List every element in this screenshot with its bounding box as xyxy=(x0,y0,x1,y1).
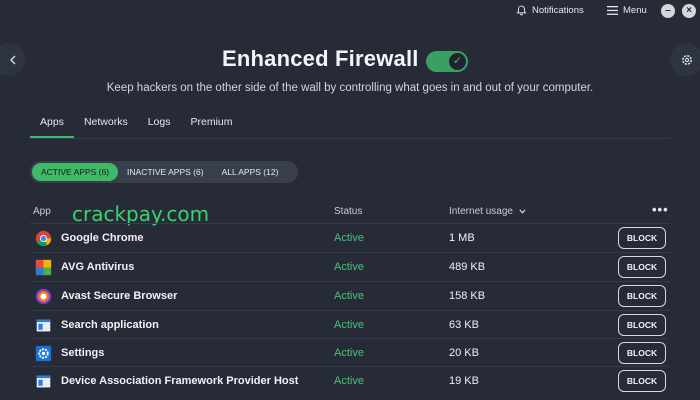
firewall-toggle[interactable]: ✓ xyxy=(426,51,468,72)
gear-icon xyxy=(681,54,692,65)
app-usage: 1 MB xyxy=(449,232,475,244)
app-name: Settings xyxy=(61,347,105,359)
block-button[interactable]: BLOCK xyxy=(618,342,666,364)
app-name: Search application xyxy=(61,319,159,331)
table-row: Google Chrome Active 1 MB BLOCK xyxy=(30,223,670,252)
minimize-button[interactable]: – xyxy=(661,4,675,18)
page-title: Enhanced Firewall xyxy=(222,46,419,71)
app-status: Active xyxy=(334,290,364,302)
app-status: Active xyxy=(334,375,364,387)
app-name: AVG Antivirus xyxy=(61,261,135,273)
block-button[interactable]: BLOCK xyxy=(618,314,666,336)
settings-button[interactable] xyxy=(670,43,700,76)
block-button[interactable]: BLOCK xyxy=(618,285,666,307)
app-status: Active xyxy=(334,232,364,244)
avast-browser-icon xyxy=(35,288,52,305)
tab-apps[interactable]: Apps xyxy=(30,114,74,138)
chevron-down-icon xyxy=(519,209,526,214)
app-usage: 489 KB xyxy=(449,261,486,273)
block-button[interactable]: BLOCK xyxy=(618,370,666,392)
app-filter: ACTIVE APPS (6) INACTIVE APPS (6) ALL AP… xyxy=(30,161,298,183)
table-row: Settings Active 20 KB BLOCK xyxy=(30,338,670,367)
column-header-status: Status xyxy=(334,206,363,217)
filter-inactive-apps[interactable]: INACTIVE APPS (6) xyxy=(118,163,213,181)
avg-icon xyxy=(35,259,52,276)
app-status: Active xyxy=(334,319,364,331)
column-header-app: App xyxy=(33,206,51,217)
table-row: Device Association Framework Provider Ho… xyxy=(30,366,670,395)
chevron-left-icon xyxy=(9,54,16,65)
tab-premium[interactable]: Premium xyxy=(180,114,242,138)
app-name: Avast Secure Browser xyxy=(61,290,178,302)
tab-divider xyxy=(30,138,670,139)
tab-bar: Apps Networks Logs Premium xyxy=(30,114,243,138)
title-bar: Notifications Menu – × xyxy=(0,0,700,24)
hamburger-icon xyxy=(607,6,618,15)
more-options-icon[interactable]: ••• xyxy=(652,202,669,217)
menu-label: Menu xyxy=(623,5,647,16)
table-row: Search application Active 63 KB BLOCK xyxy=(30,310,670,339)
window-app-icon xyxy=(36,375,51,388)
app-usage: 158 KB xyxy=(449,290,486,302)
check-icon: ✓ xyxy=(449,53,466,70)
app-name: Device Association Framework Provider Ho… xyxy=(61,375,299,387)
close-button[interactable]: × xyxy=(682,4,696,18)
page-subtitle: Keep hackers on the other side of the wa… xyxy=(106,82,594,94)
block-button[interactable]: BLOCK xyxy=(618,256,666,278)
block-button[interactable]: BLOCK xyxy=(618,227,666,249)
app-usage: 63 KB xyxy=(449,319,479,331)
usage-header-label: Internet usage xyxy=(449,206,513,217)
table-row: AVG Antivirus Active 489 KB BLOCK xyxy=(30,252,670,281)
window-app-icon xyxy=(36,319,51,332)
filter-all-apps[interactable]: ALL APPS (12) xyxy=(213,163,288,181)
menu-button[interactable]: Menu xyxy=(607,5,647,16)
notifications-label: Notifications xyxy=(532,5,584,16)
app-usage: 20 KB xyxy=(449,347,479,359)
app-status: Active xyxy=(334,347,364,359)
tab-logs[interactable]: Logs xyxy=(138,114,181,138)
app-name: Google Chrome xyxy=(61,232,144,244)
tab-networks[interactable]: Networks xyxy=(74,114,138,138)
back-button[interactable] xyxy=(0,43,25,76)
settings-gear-icon xyxy=(35,345,52,362)
chrome-icon xyxy=(35,230,52,247)
column-header-usage[interactable]: Internet usage xyxy=(449,206,526,217)
filter-active-apps[interactable]: ACTIVE APPS (6) xyxy=(32,163,119,181)
notifications-button[interactable]: Notifications xyxy=(516,5,584,16)
app-usage: 19 KB xyxy=(449,375,479,387)
app-status: Active xyxy=(334,261,364,273)
table-row: Avast Secure Browser Active 158 KB BLOCK xyxy=(30,281,670,310)
bell-icon xyxy=(516,5,527,16)
